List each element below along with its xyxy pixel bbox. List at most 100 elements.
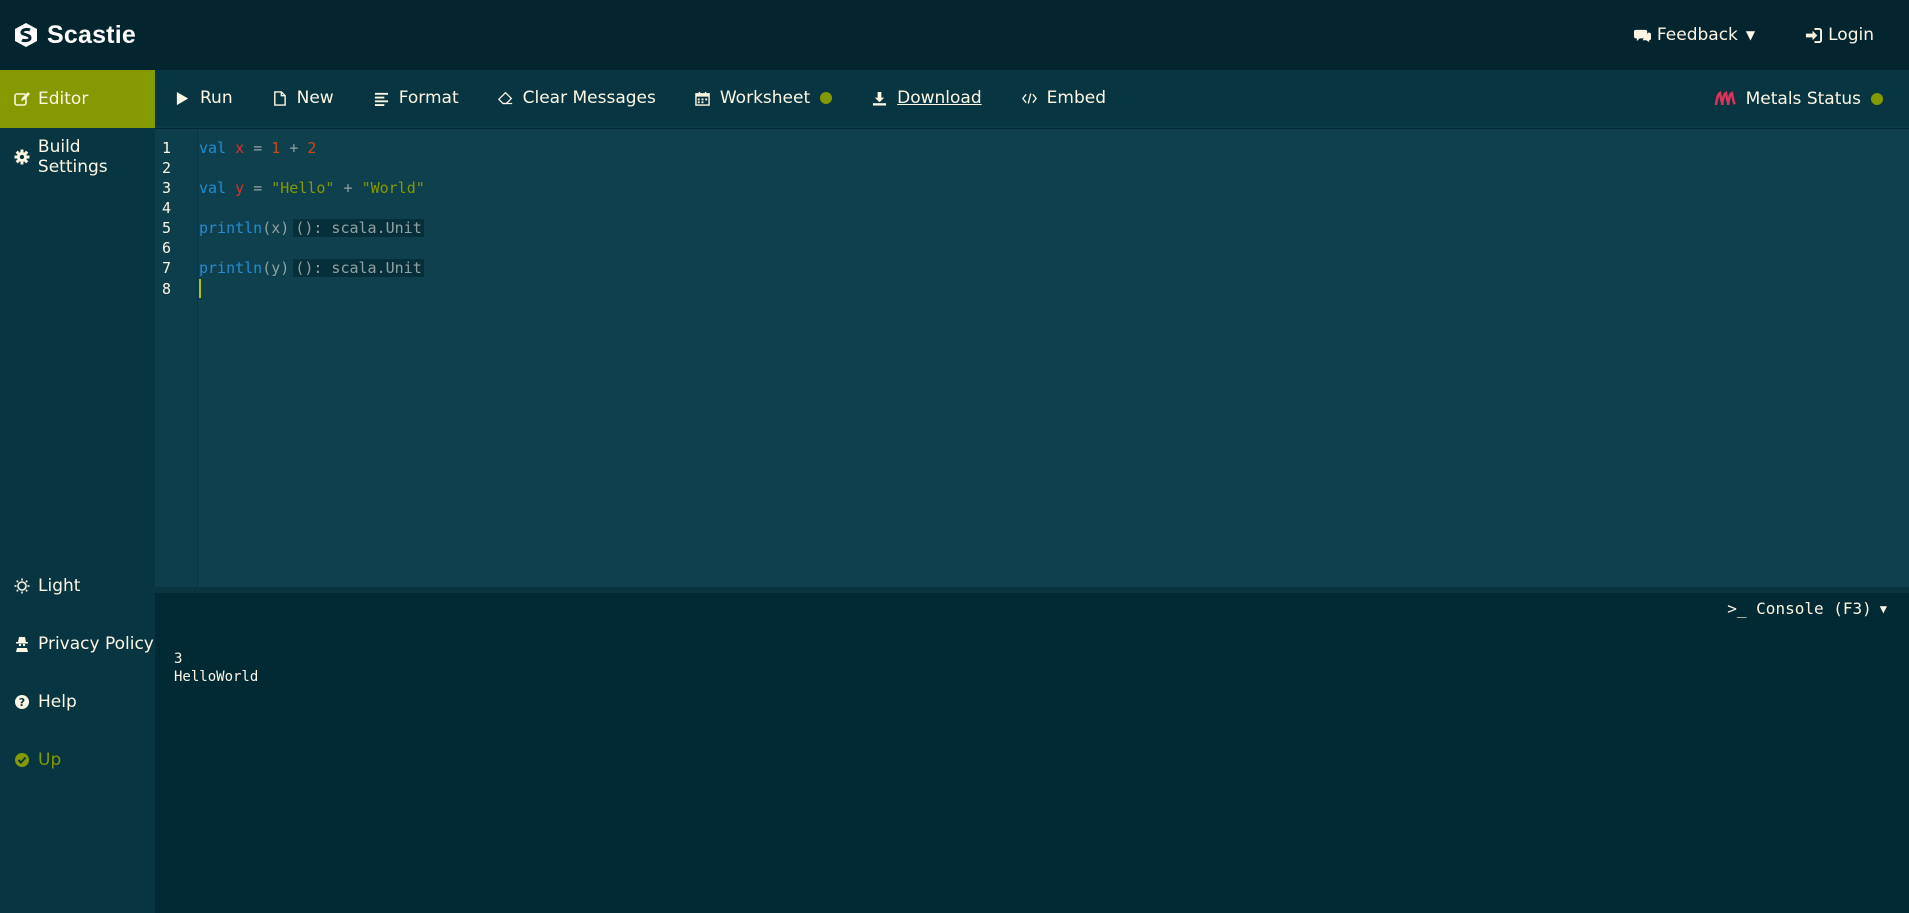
run-label: Run	[200, 88, 233, 108]
function-args: (x)	[262, 219, 290, 237]
identifier: x	[235, 139, 245, 157]
play-icon	[176, 91, 189, 105]
login-button[interactable]: Login	[1805, 25, 1874, 45]
number-literal: 2	[307, 139, 317, 157]
worksheet-toggle[interactable]: Worksheet	[695, 69, 833, 127]
embed-button[interactable]: Embed	[1021, 69, 1106, 127]
format-button[interactable]: Format	[374, 69, 459, 127]
download-button[interactable]: Download	[872, 69, 982, 127]
app-title: Scastie	[47, 20, 136, 49]
sidebar-item-build-settings[interactable]: Build Settings	[0, 128, 155, 186]
number-literal: 1	[271, 139, 281, 157]
sidebar-item-label: Editor	[38, 89, 89, 109]
terminal-icon: >_	[1727, 599, 1757, 618]
code-line[interactable]: 1 val x = 1 + 2	[155, 138, 1909, 158]
login-label: Login	[1828, 25, 1874, 45]
line-number: 7	[162, 259, 172, 277]
format-label: Format	[398, 88, 459, 108]
clear-messages-button[interactable]: Clear Messages	[497, 69, 656, 127]
sidebar-item-label: Build Settings	[37, 137, 108, 177]
sidebar-item-status-up[interactable]: Up	[0, 731, 155, 789]
file-icon	[273, 90, 286, 106]
align-left-icon	[374, 92, 388, 106]
console-title: Console (F3)	[1756, 599, 1872, 618]
code-line[interactable]: 7 println(y) (): scala.Unit	[155, 258, 1909, 278]
function-args: (y)	[262, 259, 290, 277]
sidebar-item-light-theme[interactable]: Light	[0, 557, 155, 615]
code-editor[interactable]: 1 val x = 1 + 2 2 3 val y = "Hello" + "W…	[155, 129, 1909, 587]
code-icon	[1021, 92, 1037, 104]
function-name: println	[199, 259, 263, 277]
scastie-logo-icon	[15, 23, 37, 47]
download-label: Download	[897, 88, 982, 108]
new-button[interactable]: New	[272, 69, 334, 127]
sidebar: Editor Build Settings Light Privacy Poli…	[0, 70, 155, 913]
console-toggle[interactable]: >_ Console (F3) ▼	[1727, 599, 1887, 618]
console-panel: >_ Console (F3) ▼ 3 HelloWorld	[155, 593, 1909, 913]
code-line[interactable]: 6	[155, 238, 1909, 258]
line-number: 4	[162, 199, 172, 217]
sidebar-item-editor[interactable]: Editor	[0, 70, 155, 128]
string-literal: "World"	[361, 179, 425, 197]
sidebar-item-privacy-policy[interactable]: Privacy Policy	[0, 615, 155, 673]
editor-toolbar: Run New Format Clear Messages Worksheet …	[155, 70, 1909, 128]
chevron-down-icon: ▼	[1879, 601, 1887, 616]
top-bar: Scastie Feedback ▼ Login	[0, 0, 1909, 70]
keyword: val	[199, 179, 227, 197]
code-line[interactable]: 2	[155, 158, 1909, 178]
metals-status-label: Metals Status	[1745, 89, 1861, 109]
operator: =	[253, 139, 263, 157]
run-button[interactable]: Run	[175, 69, 233, 127]
eraser-icon	[497, 91, 512, 104]
download-icon	[873, 91, 887, 106]
code-line[interactable]: 3 val y = "Hello" + "World"	[155, 178, 1909, 198]
worksheet-inline-result: (): scala.Unit	[293, 259, 424, 277]
operator: +	[289, 139, 299, 157]
clear-messages-label: Clear Messages	[522, 88, 656, 108]
feedback-label: Feedback	[1656, 25, 1738, 45]
logo[interactable]: Scastie	[13, 21, 136, 50]
chevron-down-icon: ▼	[1745, 28, 1756, 42]
code-line[interactable]: 5 println(x) (): scala.Unit	[155, 218, 1909, 238]
sidebar-item-label: Privacy Policy	[38, 634, 154, 654]
calendar-icon	[695, 91, 710, 106]
line-number: 2	[162, 159, 172, 177]
worksheet-label: Worksheet	[719, 88, 811, 108]
comments-icon	[1633, 29, 1651, 42]
operator: =	[253, 179, 263, 197]
sidebar-item-label: Light	[38, 576, 81, 596]
gear-icon	[14, 149, 30, 165]
metals-status-dot	[1871, 93, 1883, 105]
svg-text:?: ?	[19, 696, 25, 709]
check-circle-icon	[15, 753, 29, 767]
sun-icon	[14, 578, 30, 594]
text-cursor	[199, 279, 201, 298]
line-number: 8	[162, 280, 172, 298]
sidebar-item-help[interactable]: ? Help	[0, 673, 155, 731]
line-number: 5	[162, 219, 172, 237]
feedback-dropdown[interactable]: Feedback ▼	[1633, 25, 1756, 45]
worksheet-status-dot	[820, 92, 833, 104]
sidebar-item-label: Help	[38, 692, 77, 712]
sign-in-icon	[1806, 27, 1823, 43]
new-label: New	[296, 88, 334, 108]
question-circle-icon: ?	[15, 695, 29, 709]
line-number: 3	[162, 179, 172, 197]
line-number: 6	[162, 239, 172, 257]
code-line[interactable]: 4	[155, 198, 1909, 218]
metals-status[interactable]: Metals Status	[1714, 70, 1883, 128]
code-line[interactable]: 8	[155, 279, 1909, 299]
identifier: y	[235, 179, 245, 197]
embed-label: Embed	[1046, 88, 1106, 108]
operator: +	[343, 179, 353, 197]
console-output: 3 HelloWorld	[174, 650, 258, 686]
console-line: HelloWorld	[174, 669, 259, 685]
function-name: println	[199, 219, 263, 237]
sidebar-item-label: Up	[38, 750, 62, 770]
keyword: val	[199, 139, 227, 157]
metals-logo-icon	[1714, 91, 1736, 106]
string-literal: "Hello"	[271, 179, 335, 197]
edit-icon	[14, 92, 30, 106]
line-number: 1	[162, 139, 172, 157]
worksheet-inline-result: (): scala.Unit	[293, 219, 424, 237]
